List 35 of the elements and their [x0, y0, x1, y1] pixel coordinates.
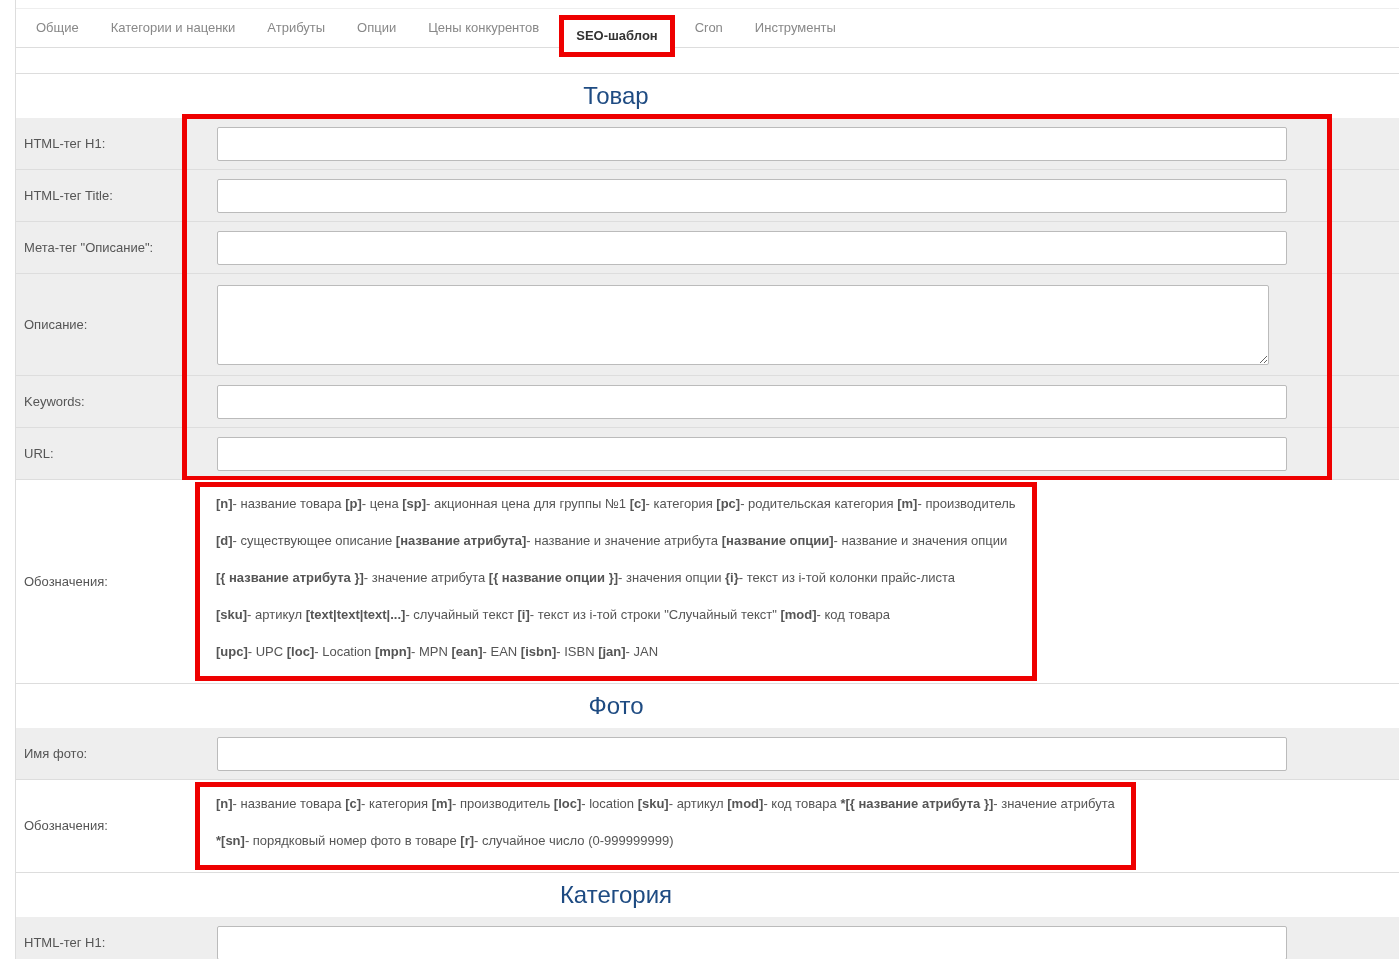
field-label: Keywords:: [23, 392, 86, 411]
input-field[interactable]: [217, 178, 1287, 213]
tab[interactable]: Атрибуты: [255, 9, 338, 47]
legend-text: [sku]- артикул [text|text|text|...]- случайный текст [i]- текст из i-той строки "Случайный текст" [mod]- код товара: [216, 606, 891, 624]
legend-text: *[sn]- порядковый номер фото в товаре [r]- случайное число (0-999999999): [216, 832, 675, 850]
section-title: Фото: [588, 691, 644, 721]
section-title: Товар: [583, 81, 649, 111]
tab[interactable]: Инструменты: [742, 9, 848, 47]
input-field[interactable]: [217, 736, 1287, 771]
tab[interactable]: Опции: [345, 9, 409, 47]
field-label: HTML-тег H1:: [23, 933, 107, 952]
field-label: Обозначения:: [23, 572, 109, 591]
tab[interactable]: Cron: [682, 9, 735, 47]
field-label: Обозначения:: [23, 817, 109, 836]
field-label: Мета-тег "Описание":: [23, 238, 155, 257]
field-label: HTML-тег Title:: [23, 186, 114, 205]
input-field[interactable]: [217, 925, 1287, 959]
tab[interactable]: Категории и наценки: [98, 9, 248, 47]
field-label: Описание:: [23, 315, 89, 334]
legend-text: [upc]- UPC [loc]- Location [mpn]- MPN [ean]- EAN [isbn]- ISBN [jan]- JAN: [216, 643, 660, 661]
input-field[interactable]: [217, 230, 1287, 265]
legend-text: [d]- существующее описание [название атрибута]- название и значение атрибута [название опции]- название и значения опции: [216, 532, 1009, 550]
input-field[interactable]: [217, 384, 1287, 419]
field-label: Имя фото:: [23, 744, 89, 763]
field-label: HTML-тег H1:: [23, 134, 107, 153]
legend-text: [n]- название товара [c]- категория [m]- производитель [loc]- location [sku]- артикул [mod]- код товара *[{ название атрибута }]- значение атрибута: [216, 795, 1115, 813]
section-title: Категория: [559, 880, 673, 910]
field-label: URL:: [23, 444, 55, 463]
legend-text: [n]- название товара [p]- цена [sp]- акционная цена для группы №1 [c]- категория [pc]- родительская категория [m]- производитель: [216, 495, 1016, 513]
legend-text: [{ название атрибута }]- значение атрибута [{ название опции }]- значения опции {i}- текст из i-той колонки прайс-листа: [216, 569, 957, 587]
textarea-field[interactable]: [217, 284, 1269, 365]
tab[interactable]: Общие: [24, 9, 91, 47]
input-field[interactable]: [217, 436, 1287, 471]
input-field[interactable]: [217, 126, 1287, 161]
tab[interactable]: Цены конкурентов: [416, 9, 552, 47]
